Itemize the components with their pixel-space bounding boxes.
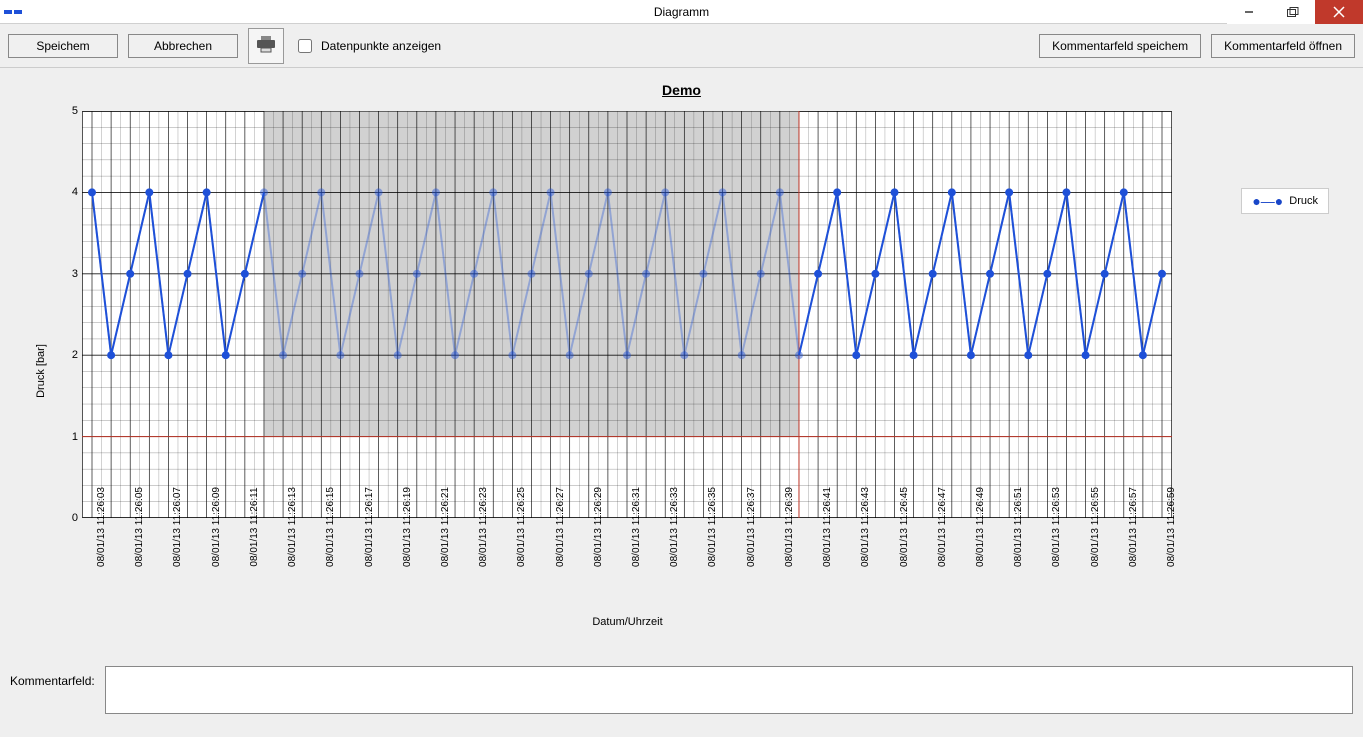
legend-label: Druck (1289, 195, 1318, 207)
y-tick: 3 (72, 268, 78, 280)
x-tick: 08/01/13 11:26:15 (325, 487, 336, 567)
toolbar: Speichem Abbrechen Datenpunkte anzeigen … (0, 24, 1363, 68)
cancel-button[interactable]: Abbrechen (128, 34, 238, 58)
x-tick: 08/01/13 11:26:21 (440, 487, 451, 567)
x-tick: 08/01/13 11:26:17 (364, 487, 375, 567)
x-tick: 08/01/13 11:26:31 (631, 487, 642, 567)
titlebar: Diagramm (0, 0, 1363, 24)
print-button[interactable] (248, 28, 284, 64)
y-tick: 1 (72, 431, 78, 443)
comment-label: Kommentarfeld: (10, 666, 95, 688)
open-comment-button[interactable]: Kommentarfeld öffnen (1211, 34, 1355, 58)
datapoints-checkbox[interactable] (298, 39, 312, 53)
x-tick: 08/01/13 11:26:59 (1166, 487, 1177, 567)
x-tick: 08/01/13 11:26:55 (1090, 487, 1101, 567)
datapoints-checkbox-wrap[interactable]: Datenpunkte anzeigen (294, 36, 441, 56)
chart-plot[interactable] (82, 111, 1172, 518)
x-tick: 08/01/13 11:26:05 (134, 487, 145, 567)
app-icon (4, 6, 22, 18)
chart-title: Demo (30, 82, 1333, 98)
x-axis-ticks: 08/01/13 11:26:0308/01/13 11:26:0508/01/… (82, 523, 1172, 613)
save-button[interactable]: Speichem (8, 34, 118, 58)
x-tick: 08/01/13 11:26:13 (287, 487, 298, 567)
x-axis-label: Datum/Uhrzeit (592, 616, 662, 628)
y-tick: 0 (72, 512, 78, 524)
y-axis-label: Druck [bar] (35, 344, 47, 398)
x-tick: 08/01/13 11:26:53 (1051, 487, 1062, 567)
legend-marker-icon: ●—● (1252, 193, 1283, 209)
datapoints-label: Datenpunkte anzeigen (321, 39, 441, 53)
x-tick: 08/01/13 11:26:09 (211, 487, 222, 567)
minimize-button[interactable] (1227, 0, 1271, 24)
x-tick: 08/01/13 11:26:33 (669, 487, 680, 567)
x-tick: 08/01/13 11:26:07 (172, 487, 183, 567)
x-tick: 08/01/13 11:26:43 (860, 487, 871, 567)
chart-legend: ●—● Druck (1241, 188, 1329, 214)
x-tick: 08/01/13 11:26:49 (975, 487, 986, 567)
close-button[interactable] (1315, 0, 1363, 24)
x-tick: 08/01/13 11:26:03 (96, 487, 107, 567)
x-tick: 08/01/13 11:26:29 (593, 487, 604, 567)
x-tick: 08/01/13 11:26:11 (249, 487, 260, 566)
x-tick: 08/01/13 11:26:19 (402, 487, 413, 567)
comment-row: Kommentarfeld: (0, 648, 1363, 737)
x-tick: 08/01/13 11:26:57 (1128, 487, 1139, 567)
window-controls (1227, 0, 1363, 24)
x-tick: 08/01/13 11:26:51 (1013, 487, 1024, 567)
x-tick: 08/01/13 11:26:39 (784, 487, 795, 567)
y-tick: 5 (72, 105, 78, 117)
x-tick: 08/01/13 11:26:25 (516, 487, 527, 567)
print-icon (255, 34, 277, 57)
y-tick: 4 (72, 186, 78, 198)
window-title: Diagramm (654, 5, 709, 19)
y-axis-ticks: 012345 (52, 111, 82, 518)
x-tick: 08/01/13 11:26:41 (822, 487, 833, 567)
x-tick: 08/01/13 11:26:35 (707, 487, 718, 567)
x-tick: 08/01/13 11:26:37 (746, 487, 757, 567)
chart-area: Demo Druck [bar] 0 1 2 3 4 5 08/01/13 11:26:0… (0, 68, 1363, 648)
y-tick: 2 (72, 349, 78, 361)
x-tick: 08/01/13 11:26:47 (937, 487, 948, 567)
x-tick: 08/01/13 11:26:45 (899, 487, 910, 567)
comment-field[interactable] (105, 666, 1353, 714)
save-comment-button[interactable]: Kommentarfeld speichem (1039, 34, 1201, 58)
x-tick: 08/01/13 11:26:27 (555, 487, 566, 567)
maximize-button[interactable] (1271, 0, 1315, 24)
x-tick: 08/01/13 11:26:23 (478, 487, 489, 567)
